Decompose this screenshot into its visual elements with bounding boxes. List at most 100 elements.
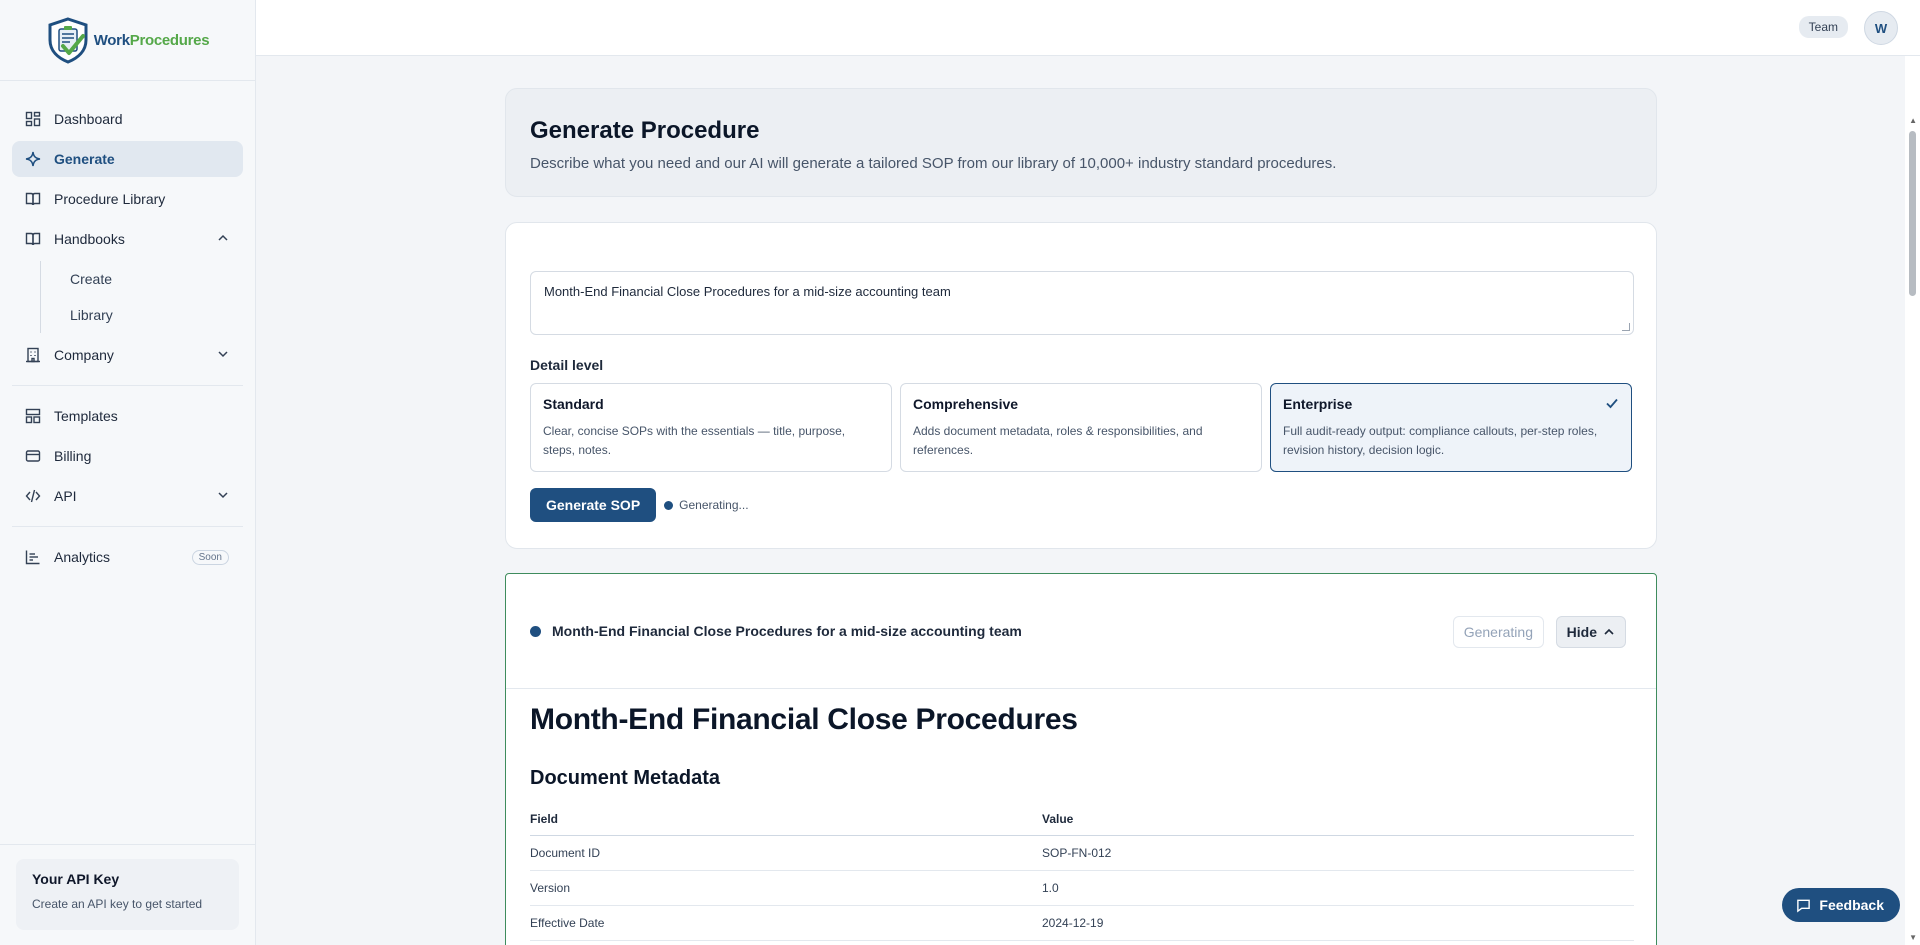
api-key-panel: Your API Key Create an API key to get st… [0, 844, 255, 945]
soon-badge: Soon [191, 550, 229, 565]
page-header: Generate Procedure Describe what you nee… [505, 88, 1657, 197]
level-option-comprehensive[interactable]: Comprehensive Adds document metadata, ro… [900, 383, 1262, 472]
sidebar-nav: Dashboard Generate Procedure Library Han… [0, 81, 255, 575]
dashboard-icon [24, 110, 42, 128]
logo[interactable]: WorkProcedures [0, 0, 255, 81]
api-key-card[interactable]: Your API Key Create an API key to get st… [16, 859, 239, 930]
divider [12, 385, 243, 386]
level-description: Clear, concise SOPs with the essentials … [543, 424, 846, 457]
sidebar-item-billing[interactable]: Billing [12, 438, 243, 474]
hide-label: Hide [1566, 624, 1597, 640]
generating-pill: Generating [1452, 616, 1544, 648]
top-bar: Team W [256, 0, 1920, 56]
template-icon [24, 407, 42, 425]
building-icon [24, 346, 42, 364]
sidebar-item-label: Handbooks [54, 231, 125, 247]
sidebar: WorkProcedures Dashboard Generate Proced… [0, 0, 256, 945]
table-cell: Effective Date [530, 905, 1042, 941]
section-title: Document Metadata [530, 767, 721, 789]
page-scrollbar[interactable]: ▲ ▼ [1905, 56, 1920, 945]
table-row: Document ID SOP-FN-012 [530, 835, 1634, 871]
message-icon [1797, 899, 1811, 913]
level-title: Enterprise [1283, 396, 1353, 412]
credit-card-icon [24, 447, 42, 465]
sidebar-item-api[interactable]: API [12, 478, 243, 514]
sidebar-item-label: Company [54, 347, 114, 363]
generate-sop-button[interactable]: Generate SOP [530, 488, 657, 522]
feedback-button[interactable]: Feedback [1782, 888, 1900, 922]
prompt-value: Month-End Financial Close Procedures for… [544, 284, 951, 299]
sidebar-item-analytics[interactable]: Analytics Soon [12, 539, 243, 575]
sidebar-item-label: Analytics [54, 549, 111, 565]
generate-form: Month-End Financial Close Procedures for… [505, 222, 1657, 549]
prompt-textarea[interactable]: Month-End Financial Close Procedures for… [530, 271, 1634, 335]
table-cell: SOP-FN-012 [1042, 835, 1634, 871]
check-icon [1605, 396, 1619, 415]
level-option-standard[interactable]: Standard Clear, concise SOPs with the es… [530, 383, 892, 472]
page-title: Generate Procedure [530, 117, 760, 144]
chevron-down-icon [217, 488, 229, 504]
logo-text: WorkProcedures [93, 31, 210, 49]
level-description: Full audit-ready output: compliance call… [1283, 424, 1598, 457]
column-header-field: Field [530, 804, 1042, 836]
sidebar-item-label: Billing [54, 448, 92, 464]
api-key-title: Your API Key [32, 871, 120, 887]
hide-button[interactable]: Hide [1555, 616, 1626, 648]
sidebar-item-label: Templates [54, 408, 118, 424]
chevron-up-icon [1604, 628, 1614, 635]
sidebar-item-label: Dashboard [54, 111, 123, 127]
generate-row: Generate SOP Generating... [530, 488, 1632, 522]
book-open-icon [24, 230, 42, 248]
result-header: Month-End Financial Close Procedures for… [506, 574, 1656, 689]
chevron-up-icon [217, 231, 229, 247]
table-row: Version 1.0 [530, 870, 1634, 906]
status-dot [530, 625, 541, 637]
table-row: Effective Date 2024-12-19 [530, 905, 1634, 941]
team-badge[interactable]: Team [1798, 16, 1848, 38]
scroll-down-arrow-icon[interactable]: ▼ [1909, 933, 1917, 942]
status-text: Generating... [679, 498, 749, 512]
table-cell: 1.0 [1042, 870, 1634, 906]
sidebar-item-dashboard[interactable]: Dashboard [12, 101, 243, 137]
column-header-value: Value [1042, 804, 1634, 836]
table-header-row: Field Value [530, 804, 1634, 836]
book-icon [24, 190, 42, 208]
result-title: Month-End Financial Close Procedures for… [552, 623, 1022, 639]
status-dot [664, 500, 674, 510]
api-key-subtitle: Create an API key to get started [32, 897, 203, 911]
chart-icon [24, 548, 42, 566]
scrollbar-thumb[interactable] [1909, 131, 1916, 296]
sidebar-subitem-create[interactable]: Create [41, 261, 243, 297]
sparkle-icon [24, 150, 42, 168]
feedback-label: Feedback [1819, 897, 1884, 913]
page-description: Describe what you need and our AI will g… [530, 155, 1337, 172]
code-icon [24, 487, 42, 505]
level-option-enterprise[interactable]: Enterprise Full audit-ready output: comp… [1270, 383, 1632, 472]
detail-level-label: Detail level [530, 357, 604, 373]
generating-status: Generating... [664, 498, 749, 512]
sidebar-item-company[interactable]: Company [12, 337, 243, 373]
table-cell: Version [530, 870, 1042, 906]
scroll-up-arrow-icon[interactable]: ▲ [1909, 116, 1917, 125]
sidebar-item-templates[interactable]: Templates [12, 398, 243, 434]
level-title: Standard [543, 396, 604, 412]
detail-level-options: Standard Clear, concise SOPs with the es… [530, 383, 1632, 472]
sidebar-item-procedure-library[interactable]: Procedure Library [12, 181, 243, 217]
sidebar-subitem-library[interactable]: Library [41, 297, 243, 333]
level-description: Adds document metadata, roles & responsi… [913, 424, 1203, 457]
chevron-down-icon [217, 347, 229, 363]
resize-handle[interactable] [1622, 323, 1630, 331]
handbooks-submenu: Create Library [40, 261, 243, 333]
document-body: Month-End Financial Close Procedures Doc… [506, 689, 1656, 945]
document-title: Month-End Financial Close Procedures [530, 703, 1078, 736]
level-title: Comprehensive [913, 396, 1019, 412]
result-panel: Month-End Financial Close Procedures for… [505, 573, 1657, 945]
shield-check-logo-icon [48, 17, 88, 64]
sidebar-item-generate[interactable]: Generate [12, 141, 243, 177]
sidebar-item-handbooks[interactable]: Handbooks [12, 221, 243, 257]
metadata-table: Field Value Document ID SOP-FN-012 Versi… [530, 804, 1634, 941]
table-cell: 2024-12-19 [1042, 905, 1634, 941]
avatar[interactable]: W [1864, 11, 1898, 45]
sidebar-item-label: Procedure Library [54, 191, 166, 207]
sidebar-item-label: API [54, 488, 77, 504]
